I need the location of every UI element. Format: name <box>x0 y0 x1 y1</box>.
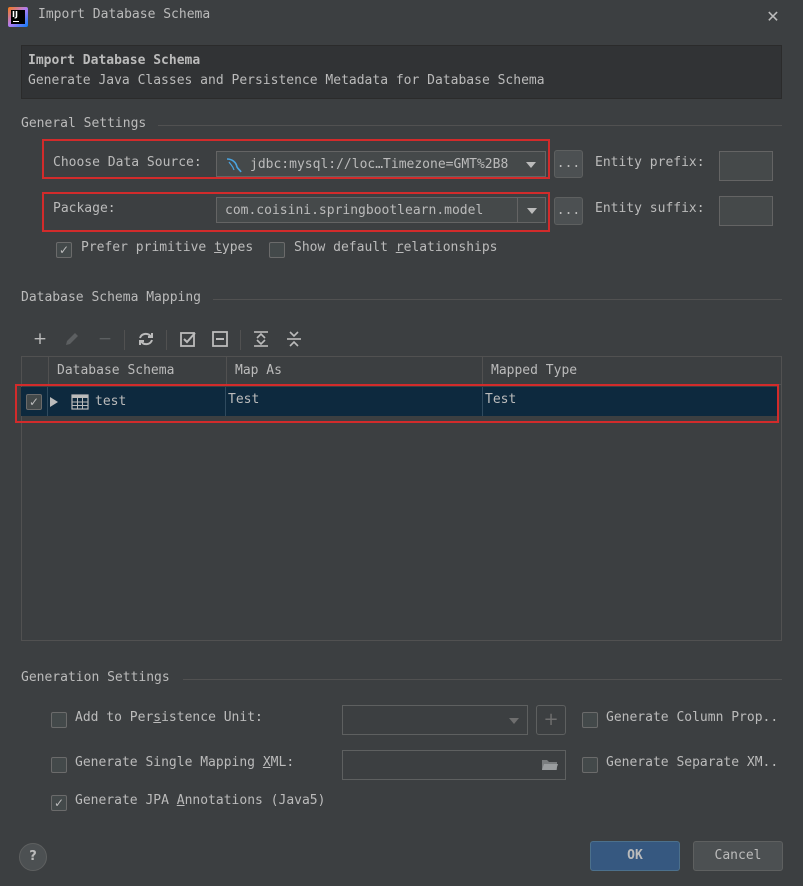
data-source-combo[interactable]: jdbc:mysql://loc…Timezone=GMT%2B8 <box>216 151 546 177</box>
generation-settings-label: Generation Settings <box>21 670 170 685</box>
persistence-unit-combo[interactable] <box>342 705 528 735</box>
prefer-primitive-label: Prefer primitive types <box>81 240 254 255</box>
close-icon[interactable]: ✕ <box>762 6 784 28</box>
schema-mapping-label: Database Schema Mapping <box>21 290 202 305</box>
check-all-icon[interactable] <box>179 330 197 348</box>
generate-separate-xml-label: Generate Separate XM.. <box>606 755 779 770</box>
package-combo[interactable]: com.coisini.springbootlearn.model <box>216 197 546 223</box>
single-mapping-xml-field[interactable] <box>342 750 566 780</box>
entity-suffix-label: Entity suffix: <box>595 201 705 216</box>
persistence-unit-checkbox[interactable] <box>51 712 67 728</box>
show-default-relationships-checkbox[interactable] <box>269 242 285 258</box>
entity-prefix-label: Entity prefix: <box>595 155 705 170</box>
mysql-icon <box>226 158 242 173</box>
add-icon[interactable]: + <box>29 328 51 350</box>
entity-suffix-field[interactable] <box>719 196 773 226</box>
header-subtitle: Generate Java Classes and Persistence Me… <box>28 73 545 88</box>
entity-prefix-field[interactable] <box>719 151 773 181</box>
persistence-unit-label: Add to Persistence Unit: <box>75 710 263 725</box>
jpa-annotations-label: Generate JPA Annotations (Java5) <box>75 793 326 808</box>
generate-separate-xml-checkbox[interactable] <box>582 757 598 773</box>
window-title: Import Database Schema <box>38 7 211 22</box>
intellij-idea-icon: IJ <box>8 7 28 27</box>
generation-settings-divider <box>183 679 782 680</box>
single-mapping-xml-checkbox[interactable] <box>51 757 67 773</box>
ok-button[interactable]: OK <box>590 841 680 871</box>
help-button[interactable]: ? <box>19 843 47 871</box>
row-highlight <box>15 384 779 423</box>
column-header-mapped-type[interactable]: Mapped Type <box>483 357 781 385</box>
chevron-down-icon[interactable] <box>517 152 545 176</box>
general-settings-divider <box>158 125 782 126</box>
uncheck-all-icon[interactable] <box>211 330 229 348</box>
package-browse-button[interactable]: ... <box>554 197 583 225</box>
schema-mapping-divider <box>213 299 782 300</box>
toolbar-separator <box>124 330 125 350</box>
header-title: Import Database Schema <box>28 53 201 68</box>
package-label: Package: <box>53 201 116 216</box>
package-value: com.coisini.springbootlearn.model <box>225 203 484 218</box>
checkbox-column-header <box>22 357 49 385</box>
expand-all-icon[interactable] <box>252 330 270 348</box>
chevron-down-icon <box>509 718 519 724</box>
generate-column-properties-checkbox[interactable] <box>582 712 598 728</box>
collapse-all-icon[interactable] <box>285 330 303 348</box>
refresh-icon[interactable] <box>137 330 155 348</box>
data-source-browse-button[interactable]: ... <box>554 150 583 178</box>
show-default-relationships-label: Show default relationships <box>294 240 498 255</box>
title-bar: IJ Import Database Schema ✕ <box>0 0 803 34</box>
folder-icon[interactable] <box>541 758 559 772</box>
prefer-primitive-checkbox[interactable]: ✓ <box>56 242 72 258</box>
data-source-value: jdbc:mysql://loc…Timezone=GMT%2B8 <box>250 157 509 172</box>
jpa-annotations-checkbox[interactable]: ✓ <box>51 795 67 811</box>
generate-column-properties-label: Generate Column Prop.. <box>606 710 779 725</box>
data-source-label: Choose Data Source: <box>53 155 202 170</box>
add-persistence-unit-button[interactable]: + <box>536 705 566 735</box>
cancel-button[interactable]: Cancel <box>693 841 783 871</box>
remove-icon[interactable]: − <box>94 328 116 350</box>
column-header-map-as[interactable]: Map As <box>227 357 483 385</box>
toolbar-separator <box>166 330 167 350</box>
chevron-down-icon[interactable] <box>517 198 545 222</box>
column-header-database-schema[interactable]: Database Schema <box>49 357 227 385</box>
toolbar-separator <box>240 330 241 350</box>
general-settings-label: General Settings <box>21 116 147 131</box>
edit-icon[interactable] <box>63 330 81 348</box>
single-mapping-xml-label: Generate Single Mapping XML: <box>75 755 295 770</box>
